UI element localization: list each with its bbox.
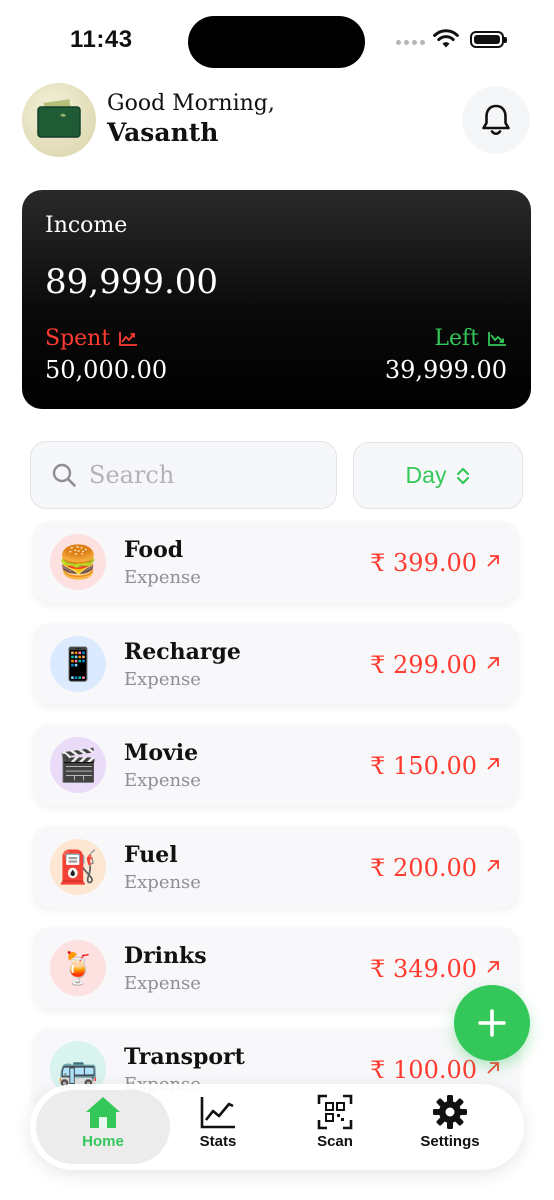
food-icon: 🍔	[50, 534, 106, 590]
item-type: Expense	[124, 770, 201, 791]
bell-icon	[482, 104, 510, 136]
arrow-up-right-icon	[487, 555, 499, 567]
left-label-text: Left	[434, 326, 479, 351]
arrow-up-right-icon	[487, 1062, 499, 1074]
house-icon	[86, 1097, 120, 1128]
spent-value: 50,000.00	[45, 356, 168, 384]
search-icon	[52, 463, 76, 487]
item-type: Expense	[124, 973, 201, 994]
list-item[interactable]: 🍔 Food Expense ₹ 399.00	[33, 521, 519, 603]
fuel-pump-icon: ⛽	[50, 839, 106, 895]
income-label: Income	[45, 213, 128, 238]
list-item[interactable]: ⛽ Fuel Expense ₹ 200.00	[33, 826, 519, 908]
phone-icon: 📱	[50, 636, 106, 692]
clapperboard-icon: 🎬	[50, 737, 106, 793]
item-name: Food	[124, 537, 184, 563]
left-value: 39,999.00	[384, 356, 507, 384]
status-time: 11:43	[70, 26, 133, 53]
arrow-up-right-icon	[487, 860, 499, 872]
plus-icon	[478, 1009, 506, 1037]
item-type: Expense	[124, 669, 201, 690]
battery-icon	[470, 31, 507, 48]
list-item[interactable]: 📱 Recharge Expense ₹ 299.00	[33, 623, 519, 705]
tropical-drink-icon: 🍹	[50, 940, 106, 996]
avatar[interactable]	[22, 83, 96, 157]
period-select[interactable]: Day	[353, 442, 523, 509]
notifications-button[interactable]	[462, 86, 530, 154]
greeting-text: Good Morning,	[107, 91, 275, 116]
tab-stats-label: Stats	[199, 1133, 237, 1150]
tab-home[interactable]: Home	[48, 1094, 158, 1150]
income-value: 89,999.00	[45, 262, 219, 302]
arrow-up-right-icon	[487, 758, 499, 770]
gear-icon	[433, 1095, 467, 1129]
item-name: Recharge	[124, 639, 241, 665]
list-item[interactable]: 🎬 Movie Expense ₹ 150.00	[33, 724, 519, 806]
add-transaction-button[interactable]	[454, 985, 530, 1061]
wifi-icon	[433, 29, 459, 48]
arrow-up-right-icon	[487, 961, 499, 973]
tab-stats[interactable]: Stats	[163, 1094, 273, 1150]
signal-icon	[396, 40, 425, 45]
username: Vasanth	[107, 118, 219, 147]
item-amount: ₹ 200.00	[370, 854, 477, 882]
item-name: Movie	[124, 740, 199, 766]
item-name: Fuel	[124, 842, 178, 868]
item-name: Transport	[124, 1044, 245, 1070]
chevron-updown-icon	[457, 467, 470, 484]
trend-down-icon	[488, 331, 506, 346]
search-input[interactable]: Search	[30, 441, 337, 509]
tab-settings[interactable]: Settings	[395, 1094, 505, 1150]
tab-scan-label: Scan	[317, 1133, 353, 1150]
tab-settings-label: Settings	[420, 1133, 480, 1150]
item-type: Expense	[124, 567, 201, 588]
trend-up-icon	[119, 331, 138, 346]
period-select-value: Day	[405, 462, 447, 488]
income-card[interactable]: Income 89,999.00 Spent 50,000.00 Left 39…	[22, 190, 531, 409]
tab-scan[interactable]: Scan	[280, 1094, 390, 1150]
chart-line-icon	[200, 1097, 235, 1129]
item-name: Drinks	[124, 943, 207, 969]
item-amount: ₹ 150.00	[370, 752, 477, 780]
tab-home-label: Home	[82, 1133, 124, 1150]
arrow-up-right-icon	[487, 657, 499, 669]
list-item[interactable]: 🍹 Drinks Expense ₹ 349.00	[33, 927, 519, 1009]
item-type: Expense	[124, 872, 201, 893]
spent-label-text: Spent	[45, 326, 111, 351]
qr-scan-icon	[317, 1094, 353, 1130]
item-amount: ₹ 100.00	[370, 1056, 477, 1084]
wallet-icon	[37, 99, 81, 138]
search-placeholder: Search	[89, 461, 175, 489]
spent-label: Spent	[45, 326, 138, 351]
item-amount: ₹ 349.00	[370, 955, 477, 983]
item-amount: ₹ 299.00	[370, 651, 477, 679]
left-label: Left	[434, 326, 507, 351]
dynamic-island	[188, 16, 365, 68]
item-amount: ₹ 399.00	[370, 549, 477, 577]
tab-bar: Home Stats Scan Settings	[30, 1084, 524, 1170]
